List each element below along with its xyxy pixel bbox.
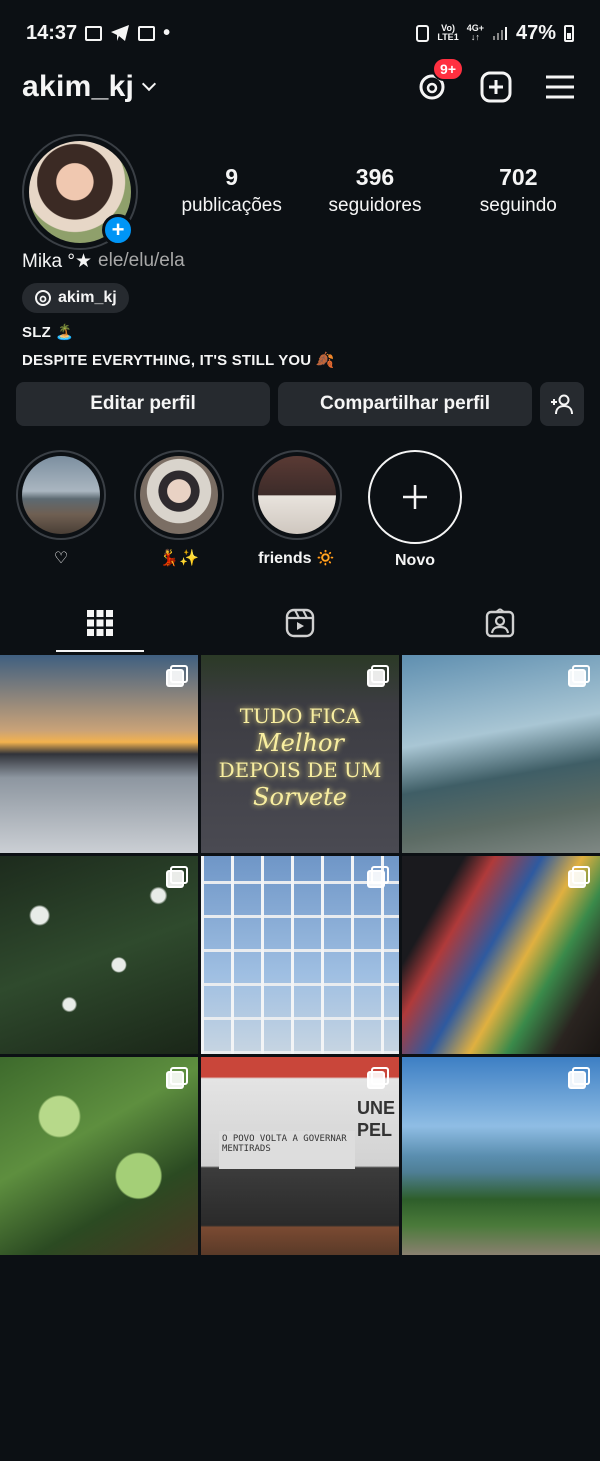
tab-tagged[interactable] [400,594,600,652]
bio-line-2: DESPITE EVERYTHING, IT'S STILL YOU 🍂 [22,352,335,369]
network-indicator: 4G+ ↓↑ [466,23,484,42]
threads-icon [35,290,51,306]
highlight-cover [140,456,218,534]
carousel-icon [166,665,188,687]
battery-icon [564,24,574,42]
share-profile-button[interactable]: Compartilhar perfil [278,382,532,426]
post-thumbnail[interactable] [402,1057,600,1255]
profile-actions: Editar perfil Compartilhar perfil [16,382,584,426]
lock-icon [416,24,430,42]
bio-line-1: SLZ 🏝️ [22,324,75,341]
post-thumbnail[interactable]: TUDO FICA Melhor DEPOIS DE UM Sorvete [201,655,399,853]
posts-count[interactable]: 9 publicações [162,164,302,217]
signal-icon [492,27,507,40]
tab-reels[interactable] [200,594,400,652]
profile-stats: 9 publicações 396 seguidores 702 seguind… [160,164,590,217]
add-person-icon [551,394,573,415]
plus-square-icon [480,71,512,103]
post-thumbnail[interactable] [0,856,198,1054]
highlight-label: friends 🔅 [258,550,336,567]
wall-lettering: UNE PEL [356,1098,395,1140]
following-count[interactable]: 702 seguindo [448,164,588,217]
more-notifications-dot: • [163,21,171,44]
carousel-icon [166,866,188,888]
post-thumbnail[interactable] [402,856,600,1054]
reels-icon [285,608,315,638]
chevron-down-icon[interactable] [142,76,157,92]
carousel-icon [367,1067,389,1089]
post-thumbnail[interactable] [201,856,399,1054]
profile-tabs [0,594,600,652]
post-thumbnail[interactable] [0,655,198,853]
post-thumbnail[interactable] [0,1057,198,1255]
carousel-icon [568,1067,590,1089]
clock: 14:37 [26,21,78,44]
carousel-icon [568,665,590,687]
new-highlight-button[interactable]: Novo [368,450,462,570]
tagged-person-icon [485,608,515,638]
profile-summary: + 9 publicações 396 seguidores 702 segui… [0,134,600,250]
tab-posts-grid[interactable] [0,594,200,652]
edit-profile-button[interactable]: Editar perfil [16,382,270,426]
display-name-line: Mika °★ ele/elu/ela [22,250,582,273]
threads-button[interactable]: 9+ [414,57,464,105]
post-thumbnail[interactable] [402,655,600,853]
post-thumbnail[interactable]: O POVO VOLTA A GOVERNAR MENTIRADS UNE PE… [201,1057,399,1255]
status-bar: 14:37 • Vo) LTE1 4G+ ↓↑ 47% [0,0,600,66]
story-highlights: ♡ 💃✨ friends 🔅 Novo [0,450,600,570]
posts-grid: TUDO FICA Melhor DEPOIS DE UM Sorvete O … [0,655,600,1255]
highlight-cover [258,456,336,534]
highlight-item[interactable]: ♡ [14,450,108,568]
plus-icon [403,485,427,509]
gallery-notification-icon [85,25,103,41]
carousel-icon [568,866,590,888]
telegram-icon [111,25,130,41]
add-story-button[interactable]: + [102,214,134,246]
app-notification-icon [138,25,156,41]
battery-percent: 47% [515,21,556,44]
followers-count[interactable]: 396 seguidores [305,164,445,217]
carousel-icon [166,1067,188,1089]
highlight-label: Novo [395,552,435,569]
pronouns: ele/elu/ela [98,250,185,271]
carousel-icon [367,866,389,888]
volte-indicator: Vo) LTE1 [437,23,459,42]
menu-button[interactable] [542,69,578,105]
hamburger-menu-icon [546,75,574,99]
highlight-item[interactable]: friends 🔅 [250,450,344,568]
graffiti-banner: O POVO VOLTA A GOVERNAR MENTIRADS [219,1131,355,1169]
username-switcher[interactable]: akim_kj [22,70,134,104]
highlight-label: 💃✨ [159,550,199,567]
grid-icon [87,610,113,636]
highlight-item[interactable]: 💃✨ [132,450,226,568]
neon-sign-text: TUDO FICA Melhor DEPOIS DE UM Sorvete [218,704,382,811]
highlight-label: ♡ [53,550,69,567]
bio: Mika °★ ele/elu/ela akim_kj SLZ 🏝️ DESPI… [22,250,582,369]
notification-badge: 9+ [432,57,464,81]
carousel-icon [367,665,389,687]
discover-people-button[interactable] [540,382,584,426]
create-button[interactable] [478,69,514,105]
threads-profile-link[interactable]: akim_kj [22,283,129,313]
threads-handle: akim_kj [58,289,117,306]
profile-header: akim_kj 9+ [0,57,600,108]
display-name: Mika °★ [22,251,93,272]
highlight-cover [22,456,100,534]
